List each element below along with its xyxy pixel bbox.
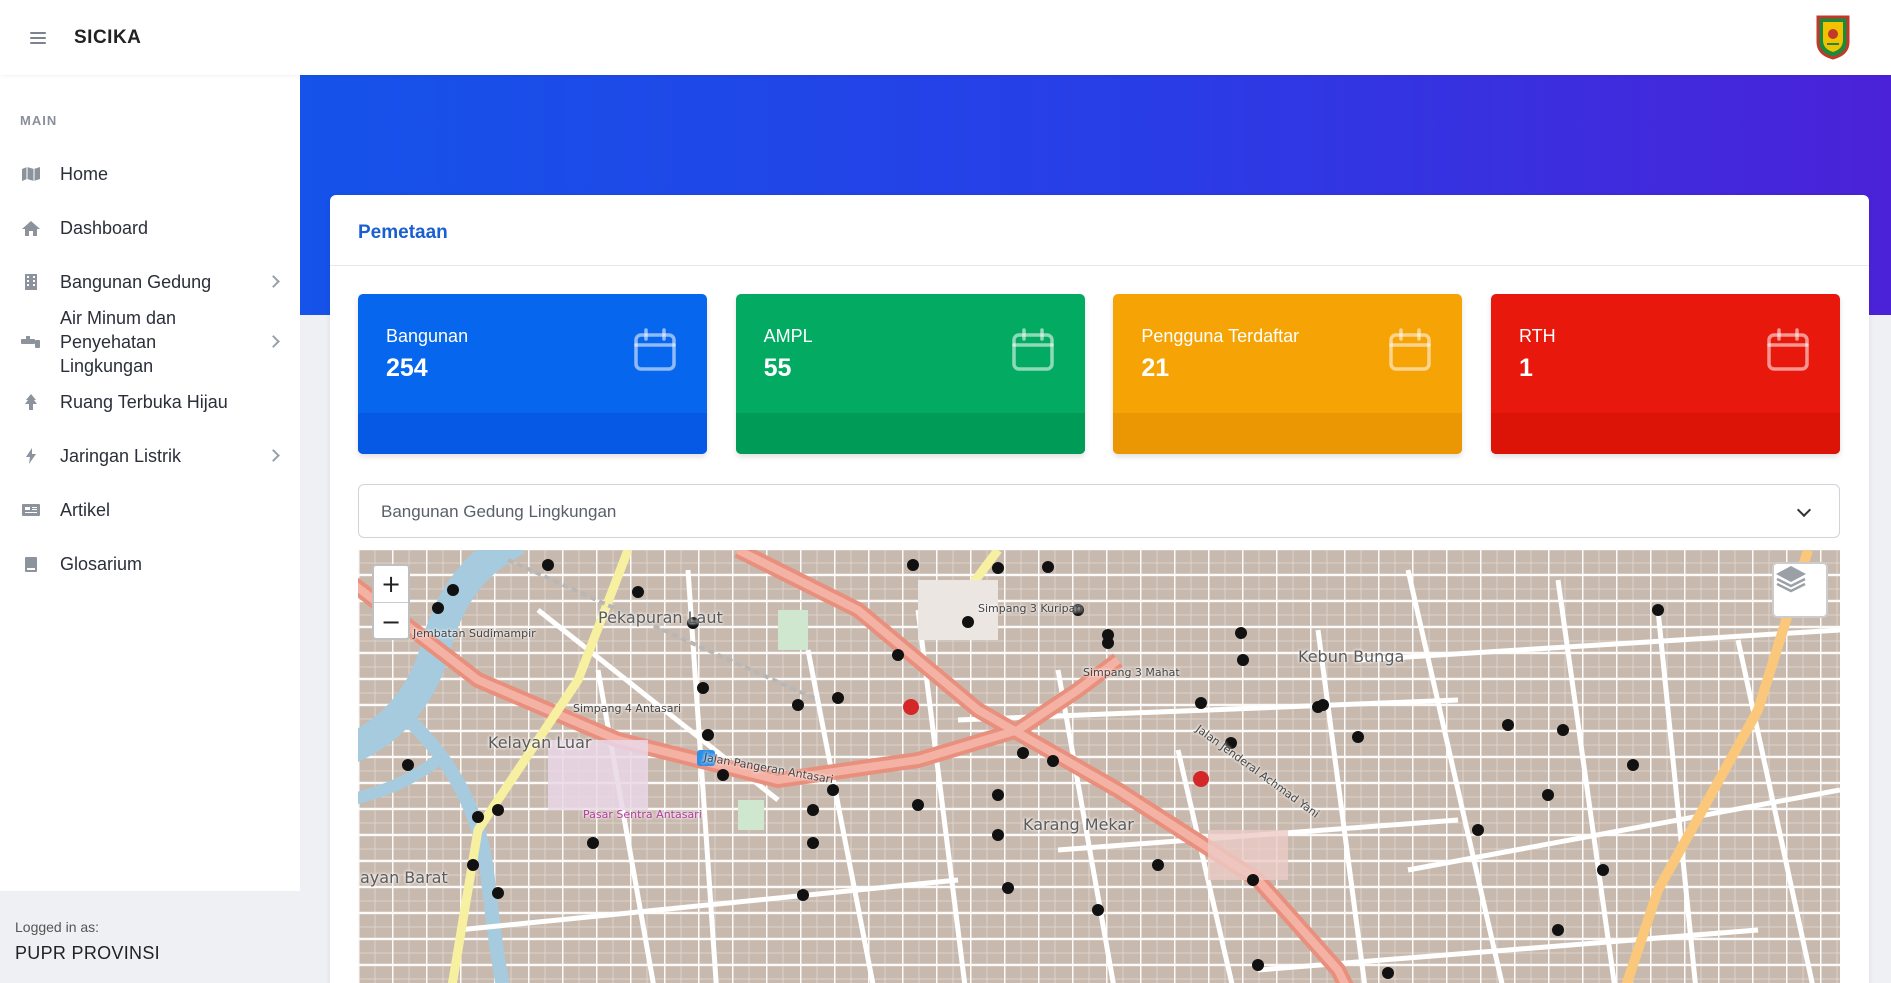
sidebar-item-label: Home xyxy=(60,163,109,184)
stat-footer-band xyxy=(1490,413,1840,454)
sidebar-item-label: Glosarium xyxy=(60,553,143,574)
zoom-out-button[interactable]: − xyxy=(374,603,408,638)
calendar-icon xyxy=(634,328,676,371)
map-label: Karang Mekar xyxy=(1023,815,1134,834)
sidebar-item-label: Air Minum dan Penyehatan Lingkungan xyxy=(60,307,177,377)
layers-icon xyxy=(1776,566,1806,593)
zoom-in-button[interactable]: + xyxy=(374,566,408,603)
sidebar-user-footer: Logged in as: PUPR PROVINSI xyxy=(0,891,300,983)
faucet-icon xyxy=(20,333,42,351)
calendar-icon xyxy=(1011,328,1054,371)
stat-value: 1 xyxy=(1518,354,1533,382)
card-title: Pemetaan xyxy=(358,222,448,243)
chevron-right-icon xyxy=(267,335,280,348)
map-label: Simpang 3 Mahat xyxy=(1083,666,1180,679)
sidebar-section-title: MAIN xyxy=(20,113,58,128)
stat-footer-band xyxy=(735,413,1085,454)
logged-in-user: PUPR PROVINSI xyxy=(15,943,160,963)
stat-value: 21 xyxy=(1141,354,1170,382)
bolt-icon xyxy=(20,447,42,465)
map-label: ayan Barat xyxy=(360,868,448,887)
map-icon xyxy=(20,165,42,183)
stat-value: 55 xyxy=(763,354,792,382)
chevron-right-icon xyxy=(267,449,280,462)
sidebar-item-label: Ruang Terbuka Hijau xyxy=(60,391,228,412)
sidebar-item-artikel[interactable]: Artikel xyxy=(0,483,300,537)
map-view[interactable]: Pekapuran Laut Jembatan Sudimampir Kelay… xyxy=(358,550,1840,983)
map-label: Kelayan Luar xyxy=(488,733,592,752)
sidebar-item-glosarium[interactable]: Glosarium xyxy=(0,537,300,591)
calendar-icon xyxy=(1389,328,1432,371)
province-logo xyxy=(1816,15,1850,60)
layer-select-dropdown[interactable]: Bangunan Gedung Lingkungan xyxy=(358,484,1840,538)
mapping-card: Pemetaan Bangunan 254 AMPL 55 Pengguna T… xyxy=(330,195,1869,983)
map-label: Kebun Bunga xyxy=(1298,647,1405,666)
stat-footer-band xyxy=(1113,413,1463,454)
map-zoom-control: + − xyxy=(372,564,410,640)
sidebar-item-label: Dashboard xyxy=(60,217,149,238)
sidebar-item-air-minum[interactable]: Air Minum dan Penyehatan Lingkungan xyxy=(0,308,300,376)
map-label: Simpang 3 Kuripan xyxy=(978,602,1083,615)
top-navbar: SICIKA xyxy=(0,0,1891,75)
stat-label: Pengguna Terdaftar xyxy=(1141,326,1300,346)
calendar-icon xyxy=(1767,328,1809,371)
layers-button[interactable] xyxy=(1772,562,1828,618)
stat-value: 254 xyxy=(386,354,428,382)
sidebar-item-home[interactable]: Home xyxy=(0,147,300,201)
sidebar-item-label: Bangunan Gedung xyxy=(60,271,212,292)
sidebar-item-dashboard[interactable]: Dashboard xyxy=(0,201,300,255)
map-label: Pasar Sentra Antasari xyxy=(583,808,702,821)
book-icon xyxy=(20,555,42,573)
map-label: Jembatan Sudimampir xyxy=(413,627,536,640)
stat-card-rth[interactable]: RTH 1 xyxy=(1490,294,1840,454)
map-label: Pekapuran Laut xyxy=(598,608,723,627)
map-tiles xyxy=(358,550,1840,983)
app-brand[interactable]: SICIKA xyxy=(74,27,141,49)
sidebar-item-rth[interactable]: Ruang Terbuka Hijau xyxy=(0,375,300,429)
sidebar-item-label: Jaringan Listrik xyxy=(60,445,182,466)
stat-card-pengguna[interactable]: Pengguna Terdaftar 21 xyxy=(1113,294,1463,454)
chevron-right-icon xyxy=(267,275,280,288)
building-icon xyxy=(20,273,42,291)
stat-card-ampl[interactable]: AMPL 55 xyxy=(735,294,1085,454)
map-label: Simpang 4 Antasari xyxy=(573,702,682,715)
stat-card-bangunan[interactable]: Bangunan 254 xyxy=(358,294,707,454)
stat-label: RTH xyxy=(1518,326,1556,346)
menu-toggle-icon[interactable] xyxy=(30,30,50,46)
sidebar: MAIN Home Dashboard Bangunan Gedung Air … xyxy=(0,75,300,983)
stat-label: AMPL xyxy=(763,326,813,346)
layer-select-value: Bangunan Gedung Lingkungan xyxy=(381,502,617,521)
card-header: Pemetaan xyxy=(330,195,1869,266)
sidebar-item-bangunan-gedung[interactable]: Bangunan Gedung xyxy=(0,255,300,309)
stats-row: Bangunan 254 AMPL 55 Pengguna Terdaftar … xyxy=(358,294,1840,454)
tree-icon xyxy=(20,393,42,411)
newspaper-icon xyxy=(20,501,42,519)
logged-in-caption: Logged in as: xyxy=(15,919,100,935)
chevron-down-icon xyxy=(1796,502,1812,518)
stat-footer-band xyxy=(358,413,707,454)
sidebar-item-label: Artikel xyxy=(60,499,111,520)
sidebar-item-jaringan-listrik[interactable]: Jaringan Listrik xyxy=(0,429,300,483)
stat-label: Bangunan xyxy=(386,326,469,346)
home-icon xyxy=(20,219,42,237)
